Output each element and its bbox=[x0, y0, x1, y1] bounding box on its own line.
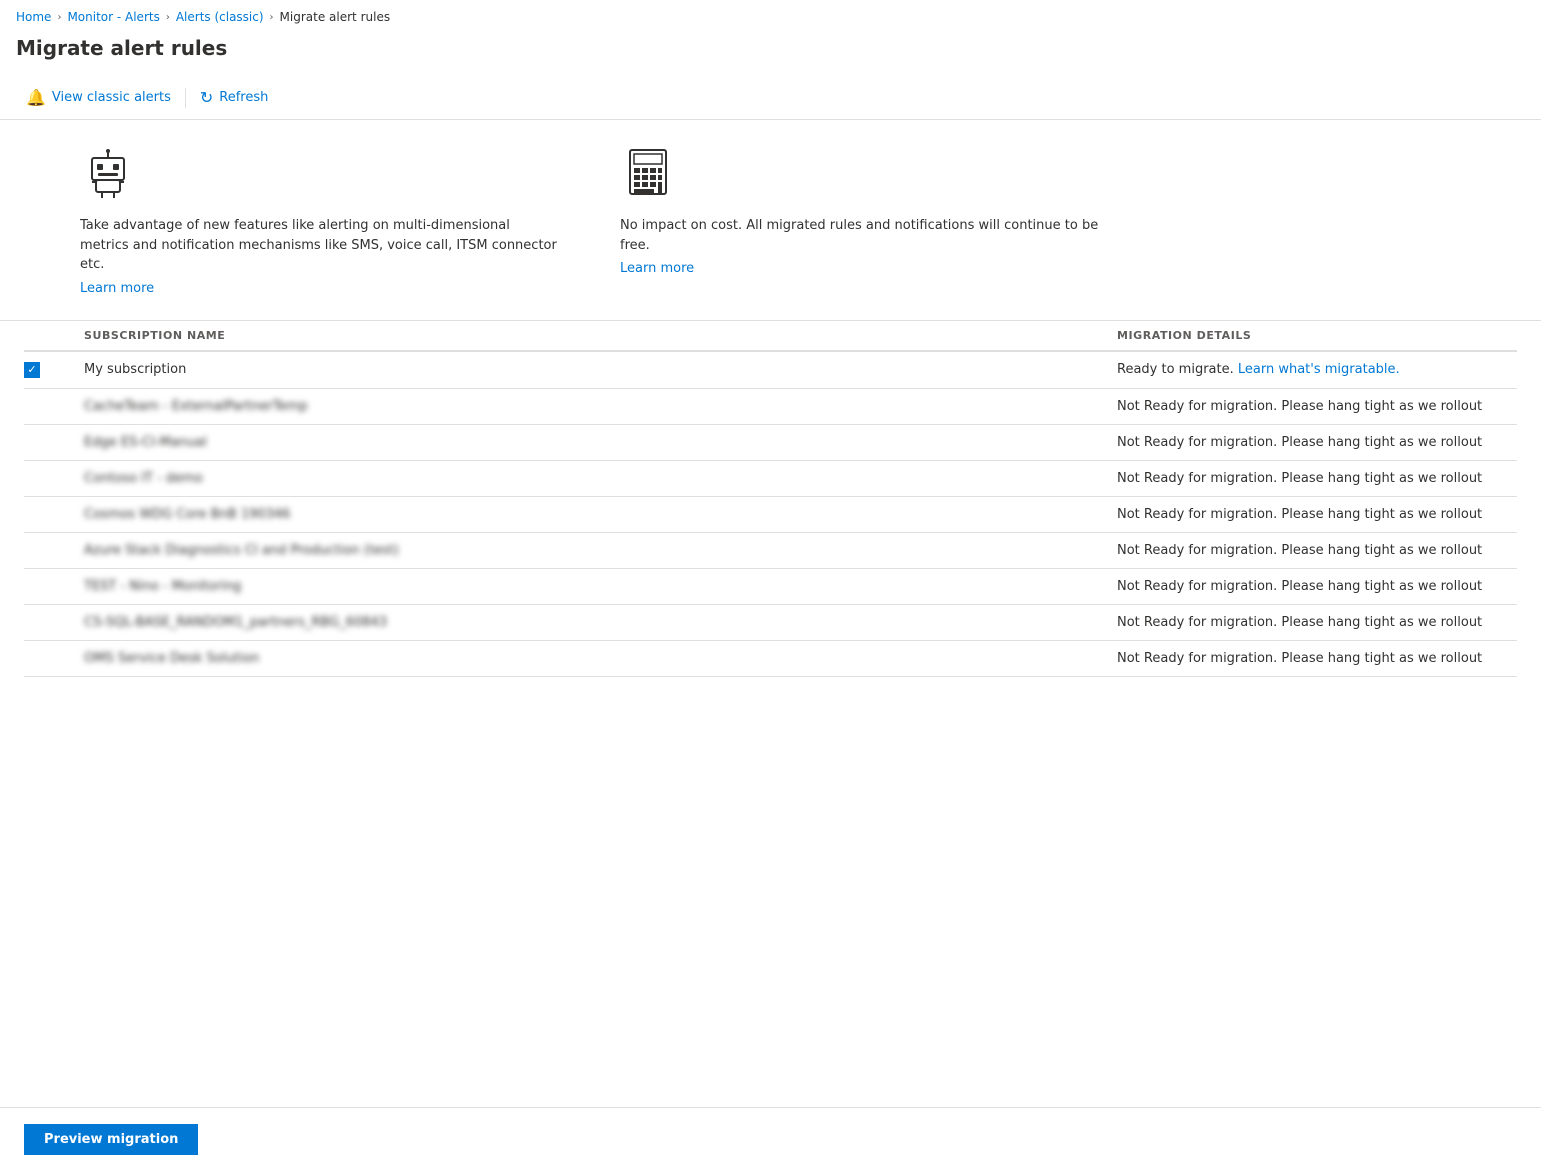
migration-detail-cell: Not Ready for migration. Please hang tig… bbox=[1117, 579, 1517, 594]
breadcrumb-monitor-alerts[interactable]: Monitor - Alerts bbox=[67, 10, 159, 24]
table-body: My subscription Ready to migrate. Learn w… bbox=[24, 352, 1517, 677]
table-row: OMS Service Desk Solution Not Ready for m… bbox=[24, 641, 1517, 677]
subscription-name: Edge ES-CI-Manual bbox=[84, 435, 207, 450]
subscription-checkbox[interactable] bbox=[24, 362, 40, 378]
refresh-icon: ↻ bbox=[200, 88, 213, 107]
breadcrumb-alerts-classic[interactable]: Alerts (classic) bbox=[176, 10, 264, 24]
view-classic-alerts-button[interactable]: 🔔 View classic alerts bbox=[16, 82, 181, 113]
migration-detail-cell: Not Ready for migration. Please hang tig… bbox=[1117, 471, 1517, 486]
page-title: Migrate alert rules bbox=[0, 32, 1541, 76]
toolbar-separator bbox=[185, 88, 186, 108]
migration-detail-cell: Not Ready for migration. Please hang tig… bbox=[1117, 399, 1517, 414]
subscription-name: Cosmos WDG Core BnB 190346 bbox=[84, 507, 290, 522]
features-learn-more-link[interactable]: Learn more bbox=[80, 281, 560, 296]
migration-detail-text: Not Ready for migration. Please hang tig… bbox=[1117, 615, 1482, 630]
info-cards-container: Take advantage of new features like aler… bbox=[0, 120, 1541, 320]
breadcrumb-separator-1: › bbox=[57, 12, 61, 23]
subscription-name: My subscription bbox=[84, 362, 186, 377]
refresh-label: Refresh bbox=[219, 90, 268, 105]
subscription-name-cell: Azure Stack Diagnostics CI and Productio… bbox=[84, 543, 1117, 558]
migration-detail-cell: Not Ready for migration. Please hang tig… bbox=[1117, 615, 1517, 630]
toolbar: 🔔 View classic alerts ↻ Refresh bbox=[0, 76, 1541, 120]
breadcrumb: Home › Monitor - Alerts › Alerts (classi… bbox=[0, 0, 1541, 32]
footer: Preview migration bbox=[0, 1107, 1541, 1171]
breadcrumb-separator-3: › bbox=[270, 12, 274, 23]
table-row: TEST - Nino - Monitoring Not Ready for mi… bbox=[24, 569, 1517, 605]
subscription-name: Contoso IT - demo bbox=[84, 471, 203, 486]
table-row: Edge ES-CI-Manual Not Ready for migration… bbox=[24, 425, 1517, 461]
cost-description: No impact on cost. All migrated rules an… bbox=[620, 216, 1100, 255]
subscription-name: TEST - Nino - Monitoring bbox=[84, 579, 241, 594]
migration-detail-text: Not Ready for migration. Please hang tig… bbox=[1117, 435, 1482, 450]
subscriptions-table: SUBSCRIPTION NAME MIGRATION DETAILS My s… bbox=[0, 320, 1541, 677]
subscription-name-cell: CacheTeam - ExternalPartnerTemp bbox=[84, 399, 1117, 414]
col-subscription-name-header: SUBSCRIPTION NAME bbox=[84, 329, 1117, 342]
col-migration-details-header: MIGRATION DETAILS bbox=[1117, 329, 1517, 342]
migration-detail-text: Not Ready for migration. Please hang tig… bbox=[1117, 507, 1482, 522]
subscription-name-cell: My subscription bbox=[84, 362, 1117, 377]
subscription-name: CS-SQL-BASE_RANDOM1_partners_RBG_60843 bbox=[84, 615, 387, 630]
migration-detail-text: Not Ready for migration. Please hang tig… bbox=[1117, 651, 1482, 666]
subscription-name-cell: Contoso IT - demo bbox=[84, 471, 1117, 486]
bell-icon: 🔔 bbox=[26, 88, 46, 107]
migration-detail-text: Not Ready for migration. Please hang tig… bbox=[1117, 471, 1482, 486]
table-row: Contoso IT - demo Not Ready for migration… bbox=[24, 461, 1517, 497]
migration-detail-cell: Not Ready for migration. Please hang tig… bbox=[1117, 507, 1517, 522]
subscription-name-cell: Edge ES-CI-Manual bbox=[84, 435, 1117, 450]
table-row: CS-SQL-BASE_RANDOM1_partners_RBG_60843 No… bbox=[24, 605, 1517, 641]
subscription-name: Azure Stack Diagnostics CI and Productio… bbox=[84, 543, 399, 558]
migration-detail-cell: Ready to migrate. Learn what's migratabl… bbox=[1117, 362, 1517, 377]
migration-detail-cell: Not Ready for migration. Please hang tig… bbox=[1117, 651, 1517, 666]
cost-info-card: No impact on cost. All migrated rules an… bbox=[620, 144, 1100, 296]
cost-learn-more-link[interactable]: Learn more bbox=[620, 261, 1100, 276]
subscription-name-cell: CS-SQL-BASE_RANDOM1_partners_RBG_60843 bbox=[84, 615, 1117, 630]
migration-detail-text: Not Ready for migration. Please hang tig… bbox=[1117, 579, 1482, 594]
checkbox-cell bbox=[24, 362, 84, 378]
table-row: Azure Stack Diagnostics CI and Productio… bbox=[24, 533, 1517, 569]
migration-detail-cell: Not Ready for migration. Please hang tig… bbox=[1117, 435, 1517, 450]
preview-migration-button[interactable]: Preview migration bbox=[24, 1124, 198, 1155]
subscription-name: CacheTeam - ExternalPartnerTemp bbox=[84, 399, 308, 414]
breadcrumb-current: Migrate alert rules bbox=[280, 10, 391, 24]
col-checkbox-header bbox=[24, 329, 84, 342]
subscription-name-cell: TEST - Nino - Monitoring bbox=[84, 579, 1117, 594]
migration-detail-text: Not Ready for migration. Please hang tig… bbox=[1117, 543, 1482, 558]
breadcrumb-home[interactable]: Home bbox=[16, 10, 51, 24]
breadcrumb-separator-2: › bbox=[166, 12, 170, 23]
table-row: My subscription Ready to migrate. Learn w… bbox=[24, 352, 1517, 389]
migration-detail-text: Ready to migrate. bbox=[1117, 362, 1238, 377]
table-header: SUBSCRIPTION NAME MIGRATION DETAILS bbox=[24, 321, 1517, 352]
migration-detail-cell: Not Ready for migration. Please hang tig… bbox=[1117, 543, 1517, 558]
migration-detail-text: Not Ready for migration. Please hang tig… bbox=[1117, 399, 1482, 414]
subscription-name: OMS Service Desk Solution bbox=[84, 651, 259, 666]
features-info-card: Take advantage of new features like aler… bbox=[80, 144, 560, 296]
subscription-name-cell: OMS Service Desk Solution bbox=[84, 651, 1117, 666]
refresh-button[interactable]: ↻ Refresh bbox=[190, 82, 279, 113]
robot-icon bbox=[80, 144, 560, 204]
features-description: Take advantage of new features like aler… bbox=[80, 216, 560, 275]
migration-detail-link[interactable]: Learn what's migratable. bbox=[1238, 362, 1400, 377]
subscription-name-cell: Cosmos WDG Core BnB 190346 bbox=[84, 507, 1117, 522]
table-row: CacheTeam - ExternalPartnerTemp Not Ready… bbox=[24, 389, 1517, 425]
calculator-icon bbox=[620, 144, 1100, 204]
table-row: Cosmos WDG Core BnB 190346 Not Ready for … bbox=[24, 497, 1517, 533]
view-classic-alerts-label: View classic alerts bbox=[52, 90, 171, 105]
